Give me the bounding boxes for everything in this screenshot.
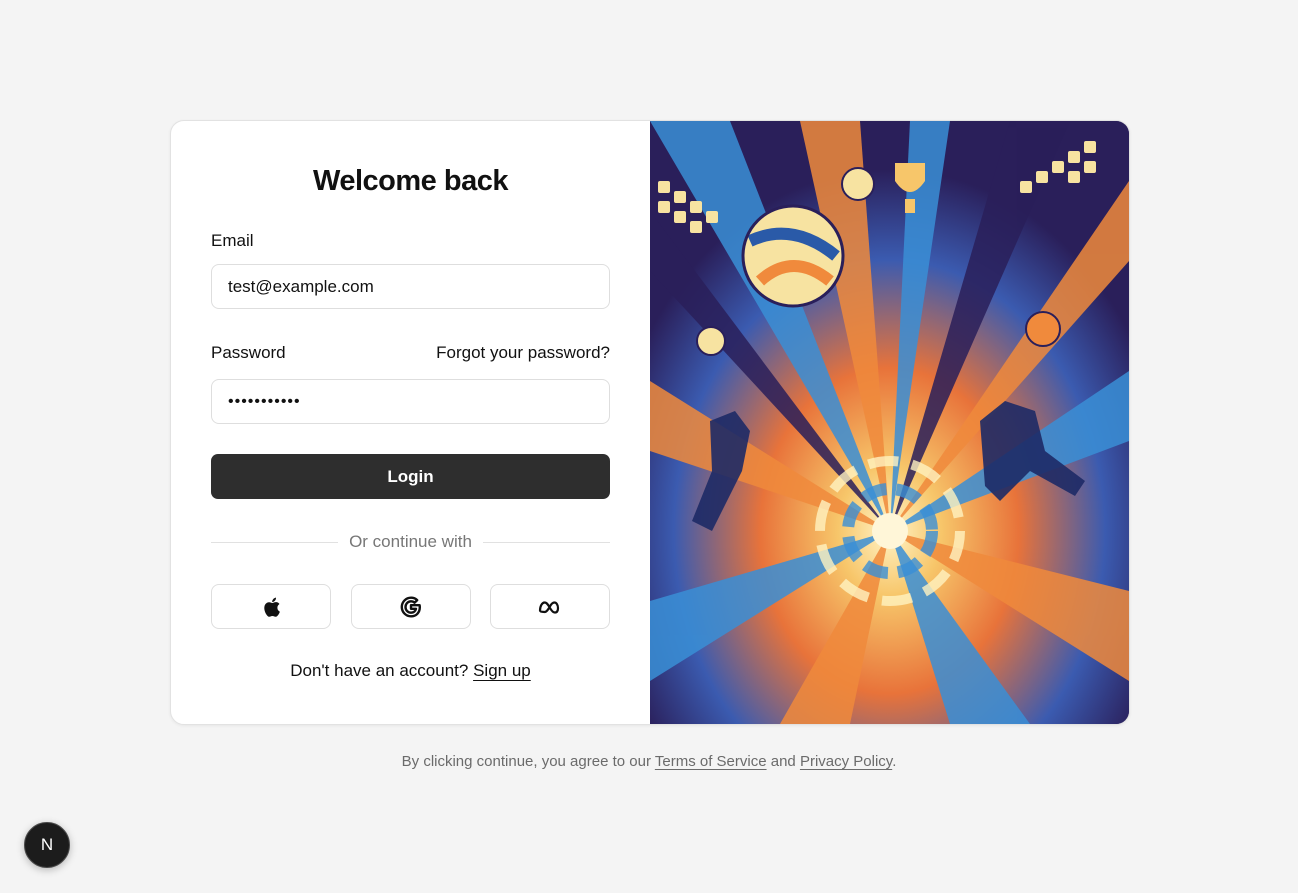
password-input[interactable]: ••••••••••• bbox=[211, 379, 610, 424]
legal-and: and bbox=[770, 753, 796, 770]
google-login-button[interactable] bbox=[350, 584, 471, 629]
password-label-row: Password Forgot your password? bbox=[211, 343, 610, 363]
dev-badge-letter: N bbox=[41, 835, 53, 854]
email-input[interactable]: test@example.com bbox=[211, 264, 610, 309]
login-card: Welcome back Email test@example.com Pass… bbox=[170, 120, 1130, 725]
hero-illustration bbox=[650, 121, 1129, 724]
divider-line-right bbox=[482, 541, 610, 543]
nextjs-dev-badge[interactable]: N bbox=[24, 822, 70, 868]
meta-icon bbox=[538, 600, 560, 614]
signup-prompt: Don't have an account? Sign up bbox=[211, 661, 610, 681]
social-login-row bbox=[211, 584, 610, 629]
apple-icon bbox=[264, 597, 280, 617]
volleyball-artwork bbox=[650, 121, 1129, 724]
divider-line-left bbox=[211, 541, 339, 543]
email-label: Email bbox=[211, 231, 254, 250]
google-icon bbox=[400, 596, 421, 617]
meta-login-button[interactable] bbox=[490, 584, 610, 629]
password-label: Password bbox=[211, 343, 286, 362]
terms-link[interactable]: Terms of Service bbox=[655, 753, 767, 770]
login-form: Welcome back Email test@example.com Pass… bbox=[171, 121, 650, 724]
nextjs-logo-icon: N bbox=[41, 835, 53, 854]
apple-login-button[interactable] bbox=[211, 584, 331, 629]
page-title: Welcome back bbox=[313, 165, 508, 197]
continue-divider: Or continue with bbox=[211, 531, 610, 553]
divider-text: Or continue with bbox=[349, 532, 472, 551]
login-button[interactable]: Login bbox=[211, 454, 610, 499]
privacy-link[interactable]: Privacy Policy bbox=[800, 753, 892, 770]
signup-prompt-text: Don't have an account? bbox=[290, 661, 469, 680]
signup-link[interactable]: Sign up bbox=[473, 661, 531, 680]
legal-footer: By clicking continue, you agree to our T… bbox=[0, 753, 1298, 770]
forgot-password-link[interactable]: Forgot your password? bbox=[436, 343, 610, 363]
legal-prefix: By clicking continue, you agree to our bbox=[401, 753, 651, 770]
legal-suffix: . bbox=[892, 753, 897, 770]
